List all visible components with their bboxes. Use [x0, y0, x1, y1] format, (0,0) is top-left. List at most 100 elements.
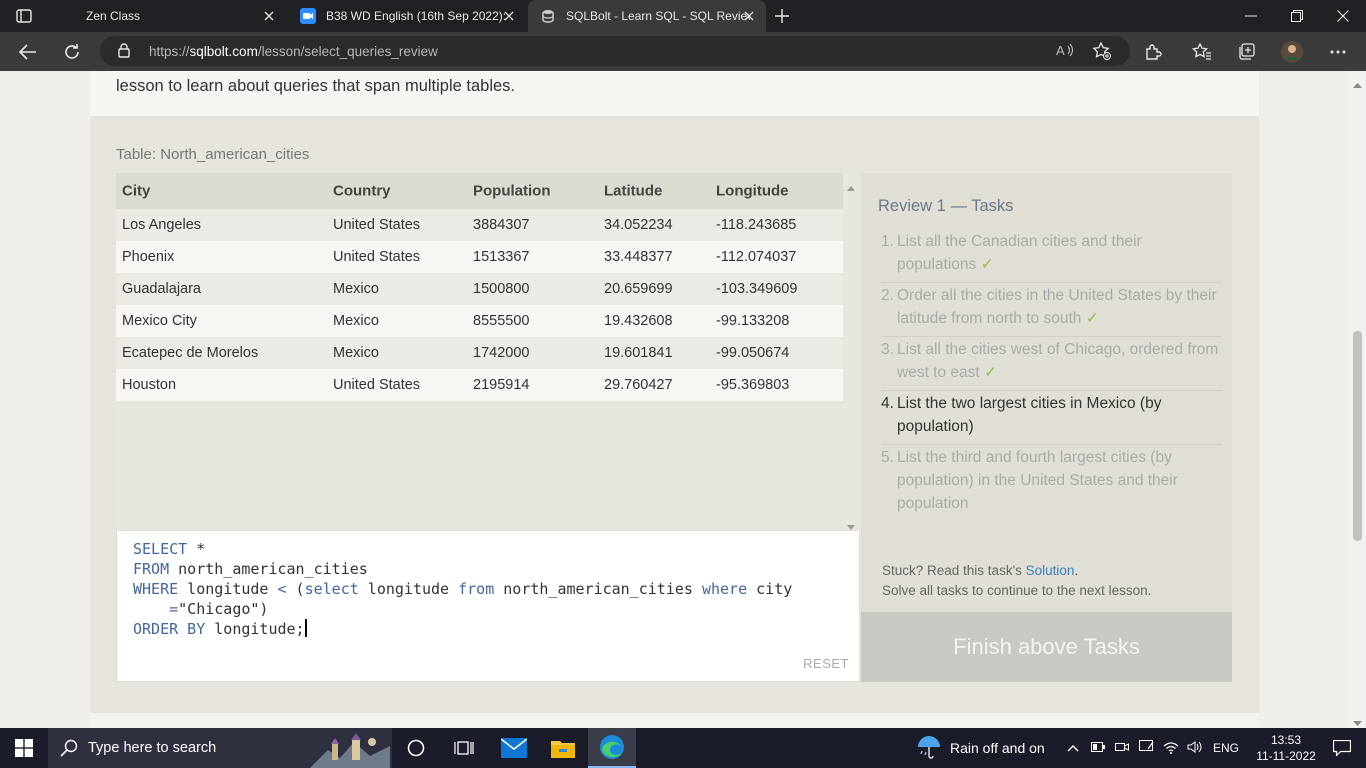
table-row: Guadalajara Mexico 1500800 20.659699 -10… — [116, 273, 843, 305]
cortana-icon[interactable] — [392, 728, 440, 768]
extensions-icon[interactable] — [1139, 38, 1167, 66]
sql-keyword: SELECT — [133, 540, 188, 558]
column-header-city: City — [122, 182, 151, 200]
close-tab-icon[interactable] — [502, 9, 516, 23]
task-text: List all the Canadian cities and their p… — [897, 233, 1142, 273]
show-hidden-icons-chevron-up-icon[interactable] — [1067, 741, 1083, 755]
clock[interactable]: 13:53 11-11-2022 — [1256, 732, 1316, 764]
cell-country: Mexico — [333, 345, 379, 361]
sql-code[interactable]: SELECT * FROM north_american_cities WHERE … — [133, 539, 792, 639]
tab-sqlbolt[interactable]: SQLBolt - Learn SQL - SQL Review — [528, 0, 766, 32]
close-tab-icon[interactable] — [262, 9, 276, 23]
language-indicator[interactable]: ENG — [1213, 741, 1239, 755]
taskbar-search-box[interactable]: Type here to search — [48, 728, 392, 768]
new-tab-button[interactable] — [770, 4, 794, 28]
cell-city: Ecatepec de Morelos — [122, 345, 259, 361]
address-bar[interactable]: https://sqlbolt.com/lesson/select_querie… — [100, 36, 1130, 66]
system-tray: ENG — [1067, 728, 1239, 768]
tab-zen-class[interactable]: Zen Class — [48, 0, 286, 32]
weather-widget[interactable]: Rain off and on — [916, 728, 1045, 768]
collections-icon[interactable] — [1232, 38, 1260, 66]
scrollbar-thumb[interactable] — [1353, 331, 1362, 541]
sql-editor[interactable]: SELECT * FROM north_american_cities WHERE … — [116, 530, 860, 682]
battery-icon[interactable] — [1091, 741, 1107, 755]
windows-logo-icon — [15, 739, 33, 757]
cell-country: Mexico — [333, 281, 379, 297]
text-cursor — [304, 619, 307, 637]
database-favicon-icon — [540, 8, 556, 24]
mail-app-icon[interactable] — [490, 728, 538, 768]
task-text: List the two largest cities in Mexico (b… — [897, 395, 1162, 435]
sql-keyword: select — [304, 580, 359, 598]
cell-longitude: -99.050674 — [716, 345, 790, 361]
tab-actions-icon[interactable] — [8, 6, 40, 26]
browser-tab-bar: Zen Class B38 WD English (16th Sep 2022)… — [0, 0, 1366, 32]
finish-tasks-button[interactable]: Finish above Tasks — [861, 612, 1232, 682]
sql-text: city — [747, 580, 793, 598]
more-menu-icon[interactable] — [1324, 38, 1352, 66]
sql-text: north_american_cities — [494, 580, 702, 598]
url-scheme: https:// — [149, 44, 190, 59]
reset-button[interactable]: RESET — [803, 656, 849, 671]
scroll-up-arrow-icon[interactable] — [847, 178, 855, 196]
edge-browser-icon[interactable] — [588, 728, 636, 768]
cell-latitude: 19.601841 — [604, 345, 673, 361]
close-window-button[interactable] — [1320, 0, 1366, 32]
close-tab-icon[interactable] — [742, 9, 756, 23]
task-view-icon[interactable] — [440, 728, 488, 768]
lesson-intro: lesson to learn about queries that span … — [90, 71, 1259, 116]
code-line: FROM north_american_cities — [133, 559, 792, 579]
url-text: https://sqlbolt.com/lesson/select_querie… — [149, 44, 438, 59]
tasks-panel: Review 1 — Tasks 1. List all the Canadia… — [861, 173, 1232, 612]
results-table: City Country Population Latitude Longitu… — [116, 173, 843, 530]
page-scrollbar[interactable] — [1349, 71, 1366, 728]
column-header-latitude: Latitude — [604, 182, 663, 200]
refresh-button[interactable] — [58, 38, 86, 66]
restore-button[interactable] — [1274, 0, 1320, 32]
lock-icon[interactable] — [118, 43, 130, 63]
cell-longitude: -118.243685 — [716, 217, 797, 233]
task-number: 5. — [881, 449, 894, 466]
start-button[interactable] — [0, 728, 48, 768]
cell-country: United States — [333, 377, 421, 393]
back-button[interactable] — [14, 38, 42, 66]
sql-keyword: WHERE — [133, 580, 179, 598]
stuck-text: Stuck? Read this task's — [882, 563, 1026, 578]
wifi-icon[interactable] — [1163, 740, 1179, 757]
volume-icon[interactable] — [1187, 740, 1203, 757]
solution-link[interactable]: Solution — [1026, 563, 1075, 578]
cell-longitude: -103.349609 — [716, 281, 798, 297]
task-text: List the third and fourth largest cities… — [897, 449, 1178, 512]
column-header-longitude: Longitude — [716, 182, 789, 200]
task-item: 2. Order all the cities in the United St… — [881, 284, 1222, 337]
task-item-current: 4. List the two largest cities in Mexico… — [881, 392, 1222, 445]
sql-keyword: ORDER BY — [133, 620, 206, 638]
cell-longitude: -99.133208 — [716, 313, 790, 329]
lesson-intro-text: lesson to learn about queries that span … — [116, 77, 515, 95]
file-explorer-icon[interactable] — [539, 728, 587, 768]
code-line: ORDER BY longitude; — [133, 619, 792, 639]
table-caption: Table: North_american_cities — [116, 146, 310, 163]
display-pen-icon[interactable] — [1139, 739, 1155, 757]
cell-population: 3884307 — [473, 217, 530, 233]
profile-avatar[interactable] — [1278, 38, 1306, 66]
notifications-icon[interactable] — [1318, 728, 1366, 768]
column-header-country: Country — [333, 182, 391, 200]
add-favorite-icon[interactable] — [1092, 41, 1112, 66]
lesson-footer-strip — [90, 713, 1259, 728]
table-row: Houston United States 2195914 29.760427 … — [116, 369, 843, 401]
windows-taskbar: Type here to search Rain off and on ENG … — [0, 728, 1366, 768]
task-number: 4. — [881, 395, 894, 412]
read-aloud-icon[interactable]: A — [1056, 42, 1074, 63]
tab-zoom-meeting[interactable]: B38 WD English (16th Sep 2022): — [288, 0, 526, 32]
table-row: Ecatepec de Morelos Mexico 1742000 19.60… — [116, 337, 843, 369]
zoom-favicon-icon — [300, 8, 316, 24]
favorites-icon[interactable] — [1188, 38, 1216, 66]
task-text: Order all the cities in the United State… — [897, 287, 1217, 327]
table-scrollbar[interactable] — [843, 173, 859, 530]
sql-text: ( — [286, 580, 305, 598]
minimize-button[interactable] — [1228, 0, 1274, 32]
tab-title: B38 WD English (16th Sep 2022): — [326, 9, 507, 23]
meet-now-icon[interactable] — [1115, 741, 1131, 756]
scroll-up-arrow-icon[interactable] — [1353, 75, 1362, 93]
